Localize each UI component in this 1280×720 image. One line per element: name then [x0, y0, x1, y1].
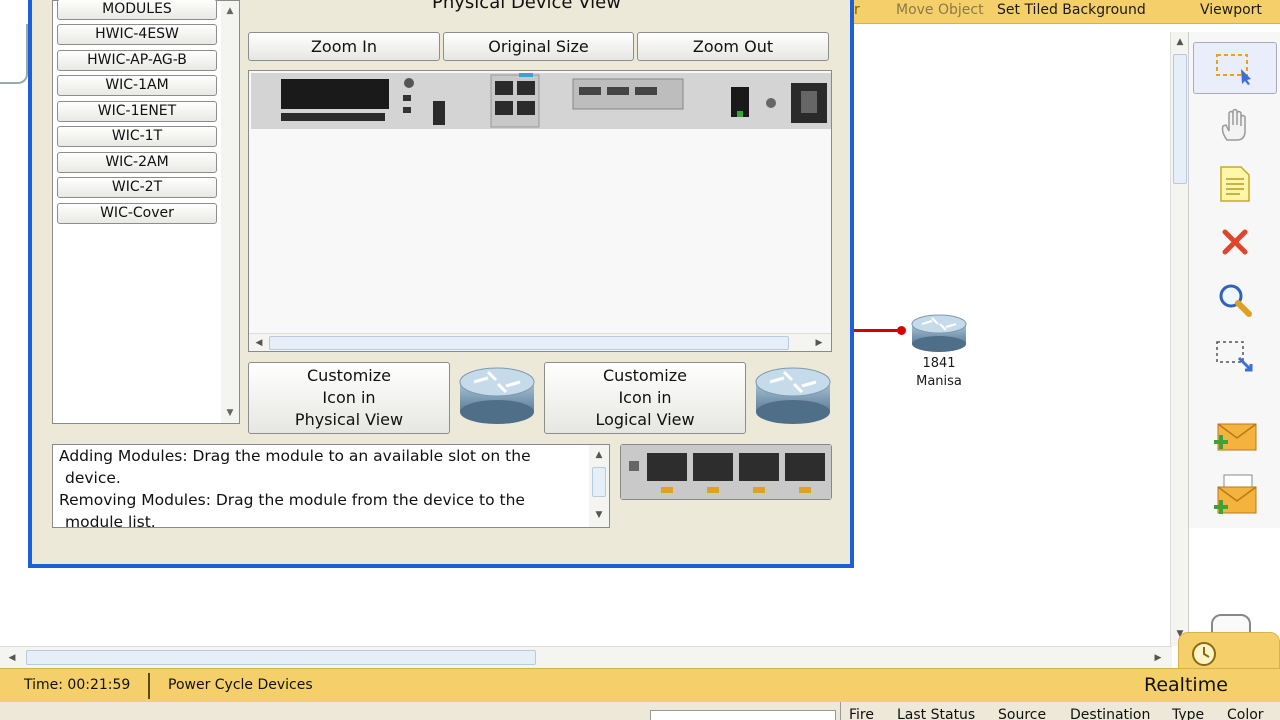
module-preview-image	[620, 444, 832, 500]
module-item[interactable]: HWIC-4ESW	[57, 24, 217, 45]
note-icon	[1220, 166, 1250, 202]
hand-icon	[1221, 108, 1246, 141]
module-item[interactable]: HWIC-AP-AG-B	[57, 50, 217, 71]
workspace-tab[interactable]	[0, 24, 28, 84]
customize-logical-line1: Customize	[603, 366, 687, 385]
router-device[interactable]	[910, 312, 968, 354]
col-destination[interactable]: Destination	[1070, 707, 1150, 720]
instructions-scrollbar[interactable]: ▲ ▼	[589, 445, 609, 527]
module-item[interactable]: WIC-Cover	[57, 203, 217, 224]
module-item[interactable]: WIC-2T	[57, 177, 217, 198]
select-icon	[1216, 54, 1251, 85]
module-instructions: Adding Modules: Drag the module to an av…	[52, 444, 610, 528]
scroll-right-icon[interactable]: ▶	[1150, 650, 1166, 666]
toolbar-partial-label[interactable]: r	[854, 2, 860, 18]
status-bar: Time: 00:21:59 Power Cycle Devices Realt…	[0, 668, 1280, 702]
power-cycle-devices-button[interactable]: Power Cycle Devices	[168, 677, 313, 693]
workspace-vertical-scrollbar[interactable]: ▲ ▼	[1170, 32, 1188, 646]
link-status-dot	[897, 326, 906, 335]
physical-view-scroll-thumb[interactable]	[269, 336, 789, 350]
module-item[interactable]: MODULES	[57, 0, 217, 20]
scroll-up-icon[interactable]: ▲	[222, 3, 238, 19]
add-complex-pdu-icon	[1214, 474, 1257, 514]
packet-tracer-window: r Move Object Set Tiled Background Viewp…	[0, 0, 1280, 720]
module-list: MODULES HWIC-4ESW HWIC-AP-AG-B WIC-1AM W…	[52, 0, 240, 424]
resize-icon	[1216, 341, 1253, 372]
header-separator	[840, 702, 841, 720]
router-chassis-image	[251, 73, 831, 129]
customize-logical-line3: Logical View	[595, 410, 695, 429]
col-source[interactable]: Source	[998, 707, 1046, 720]
module-item[interactable]: WIC-1AM	[57, 75, 217, 96]
customize-physical-line1: Customize	[307, 366, 391, 385]
common-tools-bar	[1188, 32, 1280, 528]
info-line: device.	[65, 469, 121, 487]
scroll-up-icon[interactable]: ▲	[591, 447, 607, 463]
customize-physical-line2: Icon in	[322, 388, 376, 407]
dialog-title: Physical Device View	[432, 0, 621, 13]
customize-logical-line2: Icon in	[618, 388, 672, 407]
instructions-scroll-thumb[interactable]	[592, 467, 606, 497]
workspace-toolbar: r Move Object Set Tiled Background Viewp…	[850, 0, 1280, 24]
event-list-header: Fire Last Status Source Destination Type…	[0, 702, 1280, 720]
set-tiled-background-button[interactable]: Set Tiled Background	[997, 2, 1146, 18]
move-object-button[interactable]: Move Object	[896, 2, 984, 18]
module-list-scrollbar[interactable]: ▲ ▼	[221, 1, 239, 423]
move-layout-tool[interactable]	[1193, 100, 1277, 152]
router-icon	[911, 314, 967, 352]
module-item[interactable]: WIC-2AM	[57, 152, 217, 173]
physical-device-dialog: Physical Device View MODULES HWIC-4ESW H…	[28, 0, 854, 568]
workspace-horizontal-scrollbar[interactable]: ◀ ▶	[0, 646, 1172, 668]
viewport-button[interactable]: Viewport	[1200, 2, 1262, 18]
info-line: Removing Modules: Drag the module from t…	[59, 491, 525, 509]
realtime-mode-label: Realtime	[1144, 674, 1228, 696]
zoom-in-button[interactable]: Zoom In	[248, 32, 440, 61]
physical-view-router-icon	[458, 364, 536, 434]
scroll-down-icon[interactable]: ▼	[222, 405, 238, 421]
add-complex-pdu-tool[interactable]	[1193, 470, 1277, 522]
physical-view-area[interactable]: ◀ ▶	[248, 70, 832, 352]
module-item[interactable]: WIC-1ENET	[57, 101, 217, 122]
zoom-out-button[interactable]: Zoom Out	[637, 32, 829, 61]
col-fire[interactable]: Fire	[849, 707, 874, 720]
device-name-label: Manisa	[916, 374, 962, 389]
inspect-icon	[1219, 284, 1252, 317]
customize-physical-line3: Physical View	[294, 410, 404, 429]
scroll-left-icon[interactable]: ◀	[251, 335, 267, 351]
col-last-status[interactable]: Last Status	[897, 707, 975, 720]
simulation-time: Time: 00:21:59	[4, 673, 150, 699]
scroll-down-icon[interactable]: ▼	[591, 507, 607, 523]
vertical-scroll-thumb[interactable]	[1173, 54, 1187, 184]
col-color[interactable]: Color	[1227, 707, 1264, 720]
router-chassis[interactable]	[251, 73, 831, 129]
logical-view-router-icon	[754, 364, 832, 434]
module-item[interactable]: WIC-1T	[57, 126, 217, 147]
palette-lower-area	[1188, 528, 1280, 646]
original-size-button[interactable]: Original Size	[443, 32, 634, 61]
add-simple-pdu-icon	[1214, 423, 1257, 451]
customize-logical-icon-button[interactable]: Customize Icon in Logical View	[544, 362, 746, 434]
place-note-tool[interactable]	[1193, 158, 1277, 210]
scenario-dropdown[interactable]	[650, 710, 836, 720]
info-line: Adding Modules: Drag the module to an av…	[59, 447, 531, 465]
delete-icon	[1222, 229, 1248, 255]
physical-view-scrollbar[interactable]: ◀ ▶	[249, 333, 831, 351]
resize-shape-tool[interactable]	[1193, 332, 1277, 384]
scroll-right-icon[interactable]: ▶	[811, 335, 827, 351]
col-type[interactable]: Type	[1172, 707, 1204, 720]
info-line: module list.	[65, 513, 156, 528]
inspect-tool[interactable]	[1193, 274, 1277, 326]
device-model-label: 1841	[922, 356, 956, 371]
scroll-left-icon[interactable]: ◀	[4, 650, 20, 666]
select-tool[interactable]	[1193, 42, 1277, 94]
horizontal-scroll-thumb[interactable]	[26, 650, 536, 665]
customize-physical-icon-button[interactable]: Customize Icon in Physical View	[248, 362, 450, 434]
delete-tool[interactable]	[1193, 216, 1277, 268]
clock-icon	[1192, 642, 1216, 666]
scroll-up-icon[interactable]: ▲	[1172, 34, 1188, 50]
add-simple-pdu-tool[interactable]	[1193, 412, 1277, 464]
